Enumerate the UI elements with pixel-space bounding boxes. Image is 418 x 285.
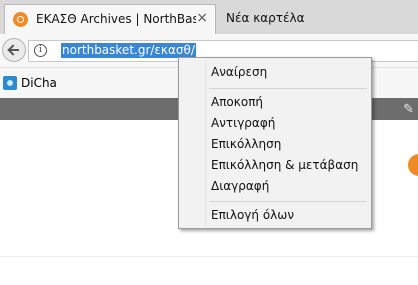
menu-item-label: Επικόλληση & μετάβαση: [211, 158, 359, 172]
bookmark-label: DiCha: [21, 76, 57, 90]
tab-new-tab[interactable]: Νέα καρτέλα: [218, 4, 338, 32]
tab-strip: ΕΚΑΣΘ Archives | NorthBasket × Νέα καρτέ…: [0, 0, 418, 34]
menu-item-label: Αναίρεση: [211, 65, 268, 79]
menu-item-undo[interactable]: Αναίρεση: [181, 62, 369, 82]
menu-separator: [209, 88, 367, 89]
menu-item-cut[interactable]: Αποκοπή: [181, 92, 369, 112]
tab-title: ΕΚΑΣΘ Archives | NorthBasket: [36, 12, 196, 26]
menu-item-select-all[interactable]: Επιλογή όλων: [181, 205, 369, 225]
back-button[interactable]: [2, 38, 26, 62]
url-text-selected[interactable]: northbasket.gr/εκασθ/: [61, 43, 196, 58]
menu-item-copy[interactable]: Αντιγραφή: [181, 113, 369, 133]
menu-separator: [209, 201, 367, 202]
close-tab-icon[interactable]: ×: [196, 10, 208, 26]
tab-ekasth-archives[interactable]: ΕΚΑΣΘ Archives | NorthBasket ×: [4, 4, 216, 34]
menu-item-delete[interactable]: Διαγραφή: [181, 176, 369, 196]
menu-item-label: Επικόλληση: [211, 137, 282, 151]
bookmark-favicon-icon: [3, 76, 17, 90]
menu-item-paste[interactable]: Επικόλληση: [181, 134, 369, 154]
header-tool-icon[interactable]: ✎: [403, 102, 414, 117]
menu-item-label: Αντιγραφή: [211, 116, 276, 130]
menu-item-label: Αποκοπή: [211, 95, 264, 109]
page-divider: [0, 256, 418, 257]
site-info-icon[interactable]: i: [34, 44, 47, 57]
menu-item-label: Διαγραφή: [211, 179, 270, 193]
menu-item-label: Επιλογή όλων: [211, 208, 295, 222]
tab-title: Νέα καρτέλα: [226, 11, 305, 25]
context-menu: Αναίρεση Αποκοπή Αντιγραφή Επικόλληση Επ…: [178, 57, 372, 229]
northbasket-favicon-icon: [13, 12, 28, 27]
menu-item-paste-and-go[interactable]: Επικόλληση & μετάβαση: [181, 155, 369, 175]
